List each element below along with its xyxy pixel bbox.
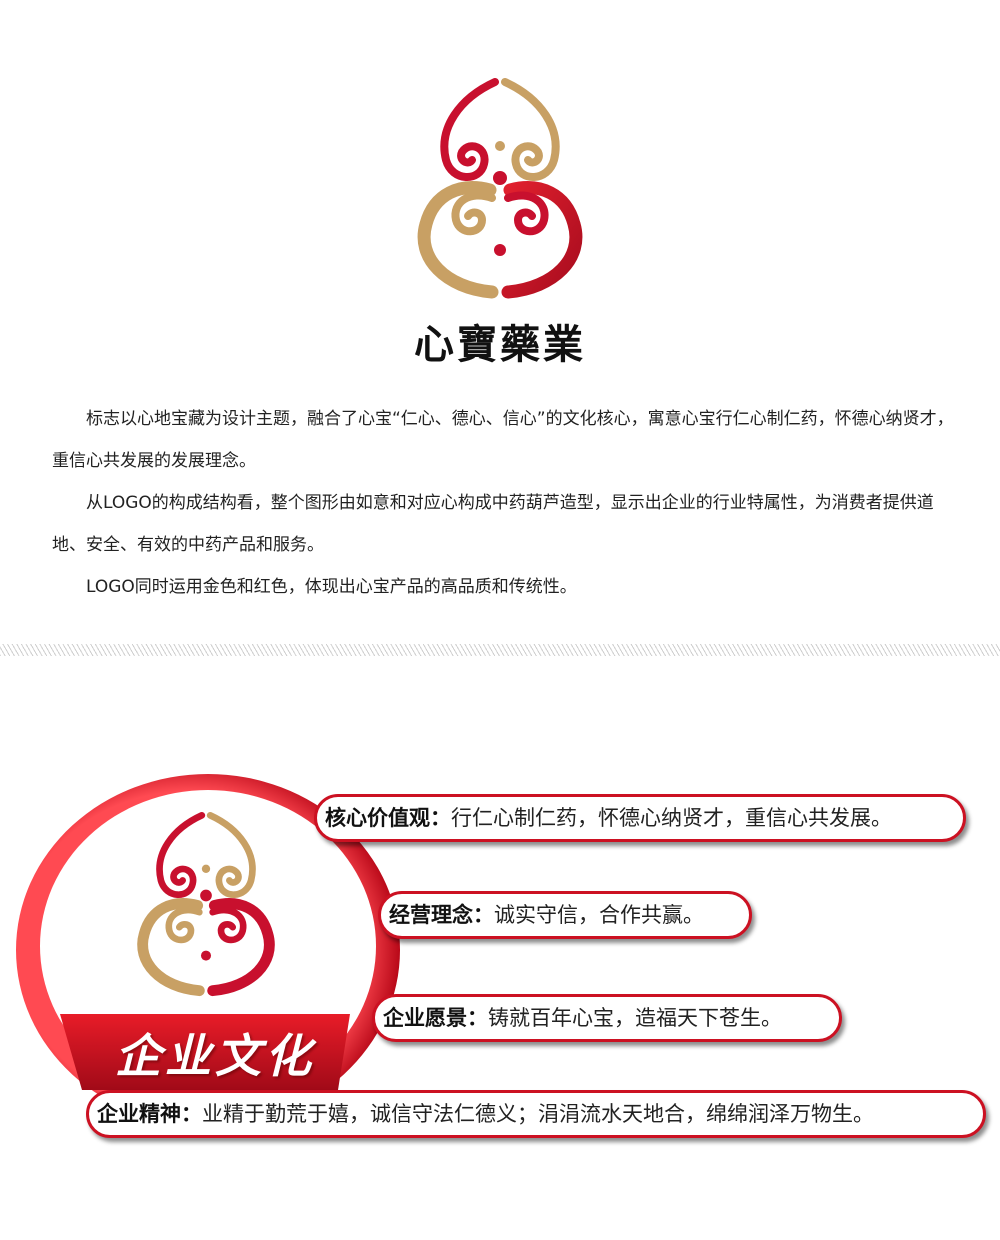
intro-paragraph: 标志以心地宝藏为设计主题，融合了心宝“仁心、德心、信心”的文化核心，寓意心宝行仁… xyxy=(52,409,954,471)
item-value: 业精于勤荒于嬉，诚信守法仁德义；涓涓流水天地合，绵绵润泽万物生。 xyxy=(202,1102,874,1126)
business-philosophy-item: 经营理念：诚实守信，合作共赢。 xyxy=(378,891,752,939)
section-divider xyxy=(0,644,1000,656)
intro-paragraph: LOGO同时运用金色和红色，体现出心宝产品的高品质和传统性。 xyxy=(86,577,577,597)
brand-name: 心寶藥業 xyxy=(414,321,586,368)
spirit-item: 企业精神：业精于勤荒于嬉，诚信守法仁德义；涓涓流水天地合，绵绵润泽万物生。 xyxy=(86,1090,986,1138)
brand-logo xyxy=(417,78,583,299)
item-label: 经营理念： xyxy=(389,903,494,927)
item-value: 铸就百年心宝，造福天下苍生。 xyxy=(488,1006,782,1030)
item-label: 核心价值观： xyxy=(325,806,451,830)
intro-text: 标志以心地宝藏为设计主题，融合了心宝“仁心、德心、信心”的文化核心，寓意心宝行仁… xyxy=(52,398,957,608)
item-value: 行仁心制仁药，怀德心纳贤才，重信心共发展。 xyxy=(451,806,892,830)
vision-item: 企业愿景：铸就百年心宝，造福天下苍生。 xyxy=(372,994,842,1042)
brand-logo-small xyxy=(137,812,275,997)
culture-title: 企业文化 xyxy=(115,1029,315,1083)
core-values-item: 核心价值观：行仁心制仁药，怀德心纳贤才，重信心共发展。 xyxy=(314,794,966,842)
item-label: 企业精神： xyxy=(97,1102,202,1126)
item-value: 诚实守信，合作共赢。 xyxy=(494,903,704,927)
intro-paragraph: 从LOGO的构成结构看，整个图形由如意和对应心构成中药葫芦造型，显示出企业的行业… xyxy=(52,493,934,555)
item-label: 企业愿景： xyxy=(383,1006,488,1030)
